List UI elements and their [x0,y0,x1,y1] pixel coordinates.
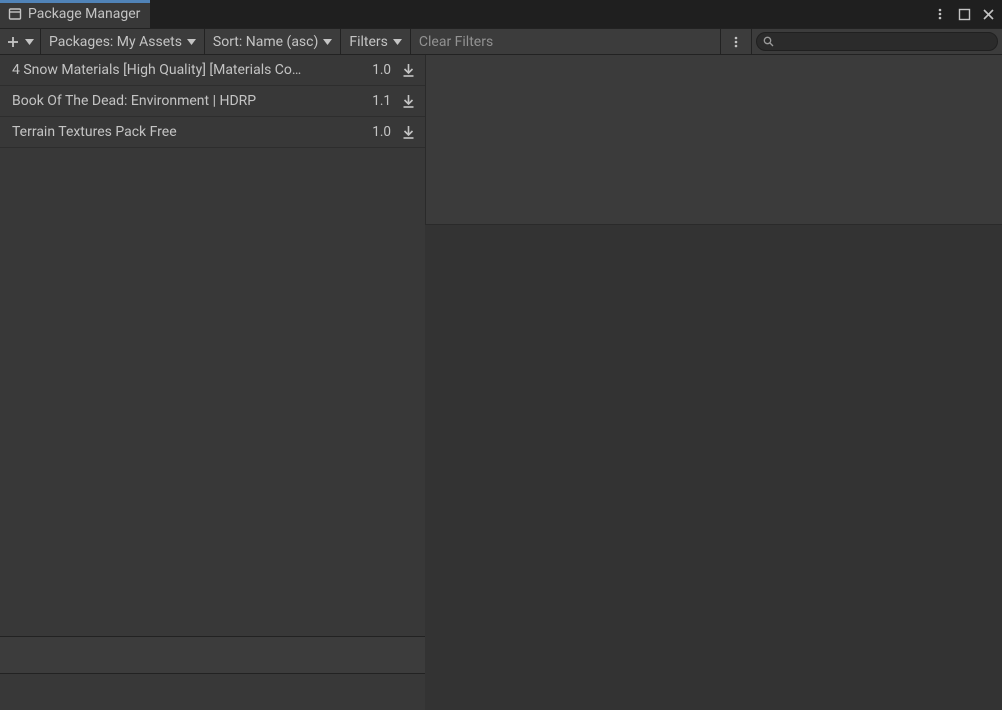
chevron-down-icon [187,37,196,46]
clear-filters-label: Clear Filters [419,34,493,50]
clear-filters-button[interactable]: Clear Filters [411,29,501,54]
download-icon[interactable] [399,92,417,110]
toolbar-options-button[interactable] [721,29,752,54]
footer-bar [0,673,425,710]
sort-label: Sort: Name (asc) [213,34,318,50]
package-row[interactable]: Book Of The Dead: Environment | HDRP 1.1 [0,86,425,117]
search-icon [763,36,774,47]
kebab-menu-icon[interactable] [932,6,948,22]
toolbar: Packages: My Assets Sort: Name (asc) Fil… [0,28,1002,55]
titlebar: Package Manager [0,0,1002,28]
details-pane [425,55,1002,710]
details-body [425,225,1002,710]
tab-package-manager[interactable]: Package Manager [0,0,151,28]
package-name: Terrain Textures Pack Free [12,124,364,140]
close-icon[interactable] [980,6,996,22]
package-version: 1.0 [372,62,391,78]
download-icon[interactable] [399,61,417,79]
kebab-menu-icon [729,35,743,49]
search-input[interactable] [778,35,991,49]
package-list-empty-area [0,148,425,636]
chevron-down-icon [25,37,34,46]
package-version: 1.1 [372,93,391,109]
package-name: Book Of The Dead: Environment | HDRP [12,93,364,109]
chevron-down-icon [323,37,332,46]
package-version: 1.0 [372,124,391,140]
download-icon[interactable] [399,123,417,141]
search-container [752,29,1002,54]
package-list: 4 Snow Materials [High Quality] [Materia… [0,55,425,636]
package-manager-icon [8,7,22,21]
sort-dropdown[interactable]: Sort: Name (asc) [205,29,341,54]
packages-scope-dropdown[interactable]: Packages: My Assets [41,29,205,54]
status-bar [0,636,425,673]
package-name: 4 Snow Materials [High Quality] [Materia… [12,62,364,78]
tab-title-text: Package Manager [28,6,140,22]
toolbar-spacer [501,29,721,54]
filters-dropdown[interactable]: Filters [341,29,411,54]
add-package-button[interactable] [0,29,41,54]
package-row[interactable]: Terrain Textures Pack Free 1.0 [0,117,425,148]
plus-icon [6,35,20,49]
filters-label: Filters [349,34,388,50]
package-list-pane: 4 Snow Materials [High Quality] [Materia… [0,55,425,710]
packages-scope-label: Packages: My Assets [49,34,182,50]
package-row[interactable]: 4 Snow Materials [High Quality] [Materia… [0,55,425,86]
details-header [425,55,1002,225]
maximize-icon[interactable] [956,6,972,22]
chevron-down-icon [393,37,402,46]
